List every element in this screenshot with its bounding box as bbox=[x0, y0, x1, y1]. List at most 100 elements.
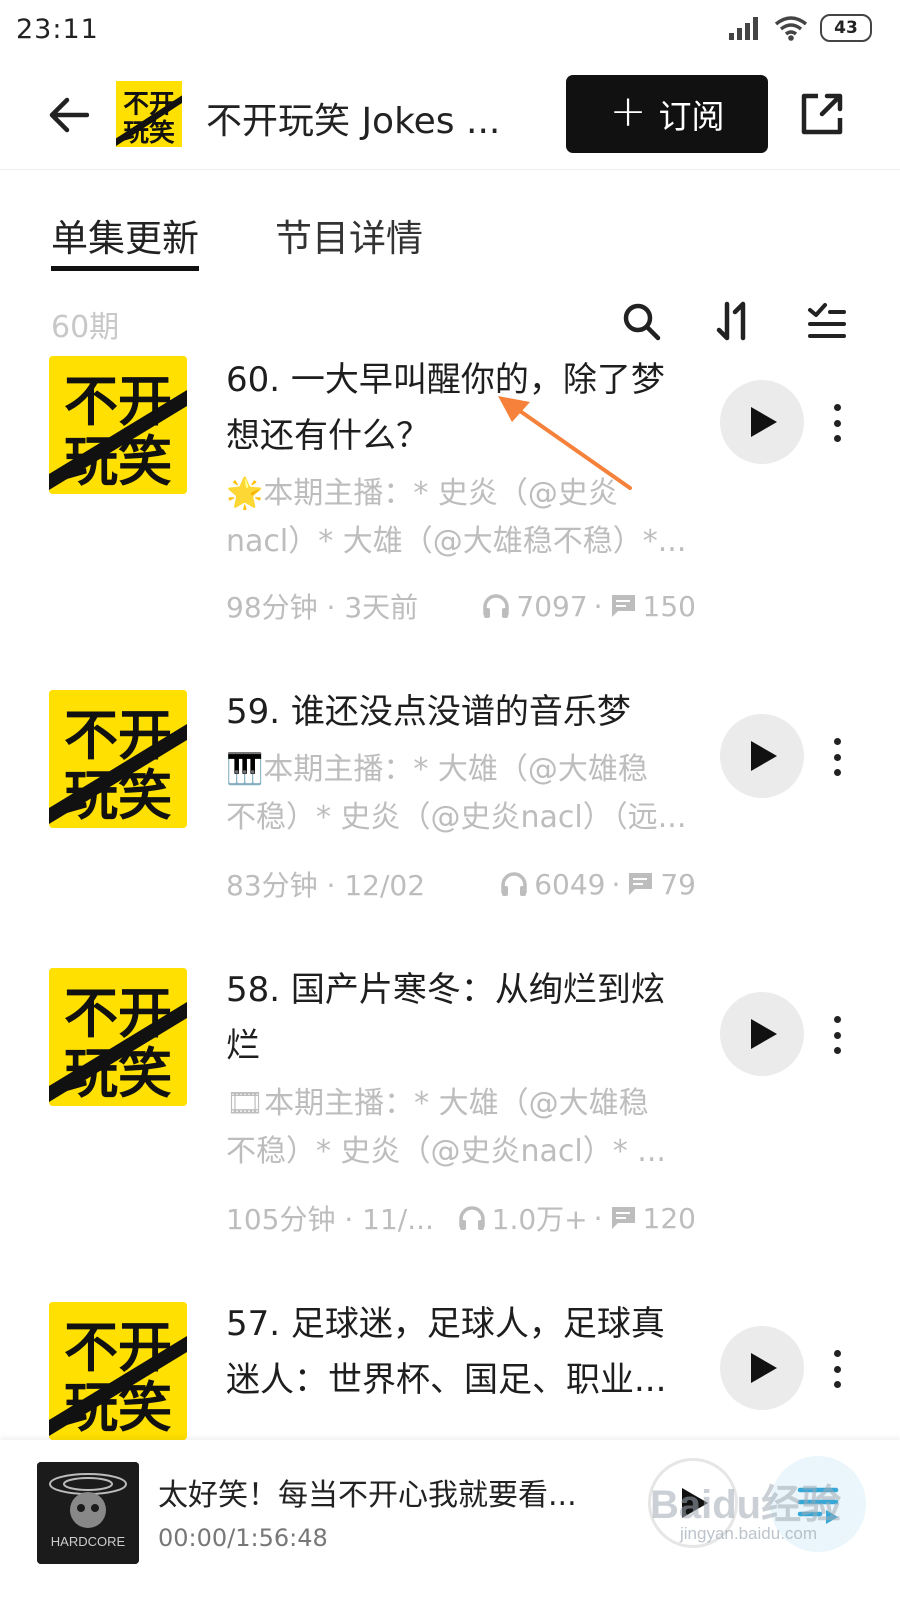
back-arrow-icon bbox=[49, 97, 89, 133]
mini-player[interactable]: HARDCORE 太好笑！每当不开心我就要看... 00:00/1:56:48 … bbox=[0, 1440, 900, 1600]
episode-meta: 98分钟 · 3天前 7097 · 150 bbox=[226, 586, 696, 626]
episode-desc-line2: nacl）* 大雄（@大雄稳不稳）*... bbox=[226, 524, 687, 559]
status-time: 23:11 bbox=[16, 14, 99, 45]
svg-text:不开: 不开 bbox=[64, 1316, 172, 1379]
svg-text:玩笑: 玩笑 bbox=[123, 117, 175, 147]
svg-text:不开: 不开 bbox=[64, 982, 172, 1045]
comment-icon bbox=[610, 595, 635, 617]
share-icon bbox=[801, 93, 843, 135]
tab-details[interactable]: 节目详情 bbox=[275, 208, 423, 262]
episode-cover-art: 不开 玩笑 bbox=[49, 690, 187, 828]
headphones-icon bbox=[458, 1206, 485, 1230]
status-icons: 43 bbox=[728, 14, 872, 42]
status-bar: 23:11 43 bbox=[0, 0, 900, 60]
episode-title: 59. 谁还没点没谱的音乐梦 bbox=[226, 692, 631, 732]
filter-button[interactable] bbox=[806, 300, 848, 342]
now-playing-title: 太好笑！每当不开心我就要看... bbox=[158, 1478, 577, 1513]
episode-more-button[interactable] bbox=[822, 398, 852, 448]
tab-episodes[interactable]: 单集更新 bbox=[51, 208, 199, 271]
meta-separator: · bbox=[593, 1201, 603, 1235]
episode-play-count: 6049 bbox=[534, 867, 606, 901]
episode-play-count: 7097 bbox=[516, 589, 588, 623]
episode-duration-date: 98分钟 · 3天前 bbox=[226, 591, 419, 624]
episode-desc-line1: 🎹本期主播：* 大雄（@大雄稳 bbox=[226, 752, 648, 787]
episode-duration-date: 83分钟 · 12/02 bbox=[226, 869, 426, 902]
episode-desc-line2: 不稳）* 史炎（@史炎nacl）（远... bbox=[226, 800, 687, 835]
podcast-title: 不开玩笑 Jokes ... bbox=[206, 101, 501, 142]
list-toolbar: 60期 bbox=[0, 290, 900, 350]
episode-play-button[interactable] bbox=[720, 714, 804, 798]
comment-icon bbox=[610, 1207, 635, 1229]
svg-text:HARDCORE: HARDCORE bbox=[51, 1534, 126, 1549]
podcast-logo: 不开 玩笑 bbox=[116, 81, 182, 147]
wifi-icon bbox=[774, 16, 808, 41]
episode-play-button[interactable] bbox=[720, 1326, 804, 1410]
meta-separator: · bbox=[611, 867, 621, 901]
svg-text:玩笑: 玩笑 bbox=[64, 1376, 172, 1439]
episode-item[interactable]: 不开 玩笑 59. 谁还没点没谱的音乐梦 🎹本期主播：* 大雄（@大雄稳 不稳）… bbox=[0, 690, 900, 920]
search-icon bbox=[623, 303, 661, 341]
episode-more-button[interactable] bbox=[822, 1010, 852, 1060]
svg-text:玩笑: 玩笑 bbox=[64, 764, 172, 827]
play-icon bbox=[751, 741, 777, 771]
filter-icon bbox=[808, 303, 846, 338]
episode-item[interactable]: 不开 玩笑 60. 一大早叫醒你的，除了梦想还有什么？ 🌟本期主播：* 史炎（@… bbox=[0, 356, 900, 656]
episode-duration-date: 105分钟 · 11/... bbox=[226, 1203, 434, 1236]
episode-meta: 105分钟 · 11/... 1.0万+ · 120 bbox=[226, 1198, 696, 1238]
episode-cover: 不开 玩笑 bbox=[49, 690, 187, 828]
episode-item[interactable]: 不开 玩笑 58. 国产片寒冬：从绚烂到炫烂 🎞本期主播：* 大雄（@大雄稳 不… bbox=[0, 968, 900, 1258]
sort-icon bbox=[716, 301, 746, 341]
episode-desc-line1: 🎞本期主播：* 大雄（@大雄稳 bbox=[226, 1086, 649, 1121]
share-button[interactable] bbox=[798, 90, 848, 140]
episode-meta: 83分钟 · 12/02 6049 · 79 bbox=[226, 864, 696, 904]
episode-more-button[interactable] bbox=[822, 732, 852, 782]
episode-comment-count: 150 bbox=[642, 589, 696, 623]
episode-cover: 不开 玩笑 bbox=[49, 1302, 187, 1440]
search-button[interactable] bbox=[620, 300, 662, 342]
subscribe-label: 订阅 bbox=[658, 97, 725, 136]
episode-comment-count: 120 bbox=[642, 1201, 696, 1235]
top-bar: 不开 玩笑 不开玩笑 Jokes ... + 订阅 bbox=[0, 62, 900, 170]
now-playing-time: 00:00/1:56:48 bbox=[158, 1524, 328, 1552]
episode-cover-art: 不开 玩笑 bbox=[49, 968, 187, 1106]
play-icon bbox=[751, 1353, 777, 1383]
plus-icon: + bbox=[609, 86, 647, 137]
now-playing-cover: HARDCORE bbox=[37, 1462, 139, 1564]
podcast-logo-art: 不开 玩笑 bbox=[116, 81, 182, 147]
episode-cover-art: 不开 玩笑 bbox=[49, 356, 187, 494]
svg-text:不开: 不开 bbox=[64, 370, 172, 433]
episode-play-button[interactable] bbox=[720, 992, 804, 1076]
episode-more-button[interactable] bbox=[822, 1344, 852, 1394]
subscribe-button[interactable]: + 订阅 bbox=[566, 75, 768, 153]
svg-text:不开: 不开 bbox=[64, 704, 172, 767]
episode-cover: 不开 玩笑 bbox=[49, 356, 187, 494]
comment-icon bbox=[628, 873, 653, 895]
headphones-icon bbox=[501, 872, 527, 896]
svg-text:玩笑: 玩笑 bbox=[64, 1042, 172, 1105]
battery-indicator: 43 bbox=[820, 14, 872, 42]
episode-play-button[interactable] bbox=[720, 380, 804, 464]
svg-text:不开: 不开 bbox=[123, 90, 175, 120]
episode-play-count: 1.0万+ bbox=[491, 1203, 588, 1236]
back-button[interactable] bbox=[44, 90, 94, 140]
meta-separator: · bbox=[593, 589, 603, 623]
now-playing-cover-art: HARDCORE bbox=[37, 1462, 139, 1564]
episode-count: 60期 bbox=[51, 310, 120, 345]
episode-title: 57. 足球迷，足球人，足球真迷人：世界杯、国足、职业... bbox=[226, 1304, 667, 1400]
episode-title: 58. 国产片寒冬：从绚烂到炫烂 bbox=[226, 970, 665, 1066]
play-icon bbox=[751, 407, 777, 437]
tab-bar: 单集更新 节目详情 bbox=[0, 170, 900, 280]
watermark-url: jingyan.baidu.com bbox=[680, 1524, 818, 1543]
headphones-icon bbox=[483, 594, 510, 618]
signal-icon bbox=[729, 17, 758, 40]
annotation-arrow bbox=[498, 396, 632, 490]
sort-button[interactable] bbox=[714, 300, 756, 342]
svg-text:玩笑: 玩笑 bbox=[64, 430, 172, 493]
episode-desc-line2: 不稳）* 史炎（@史炎nacl）* ... bbox=[226, 1134, 666, 1169]
episode-comment-count: 79 bbox=[660, 867, 696, 901]
episode-cover-art: 不开 玩笑 bbox=[49, 1302, 187, 1440]
episode-cover: 不开 玩笑 bbox=[49, 968, 187, 1106]
watermark-text: Baidu经验 bbox=[650, 1483, 842, 1527]
episode-item[interactable]: 不开 玩笑 57. 足球迷，足球人，足球真迷人：世界杯、国足、职业... bbox=[0, 1302, 900, 1440]
play-icon bbox=[751, 1019, 777, 1049]
